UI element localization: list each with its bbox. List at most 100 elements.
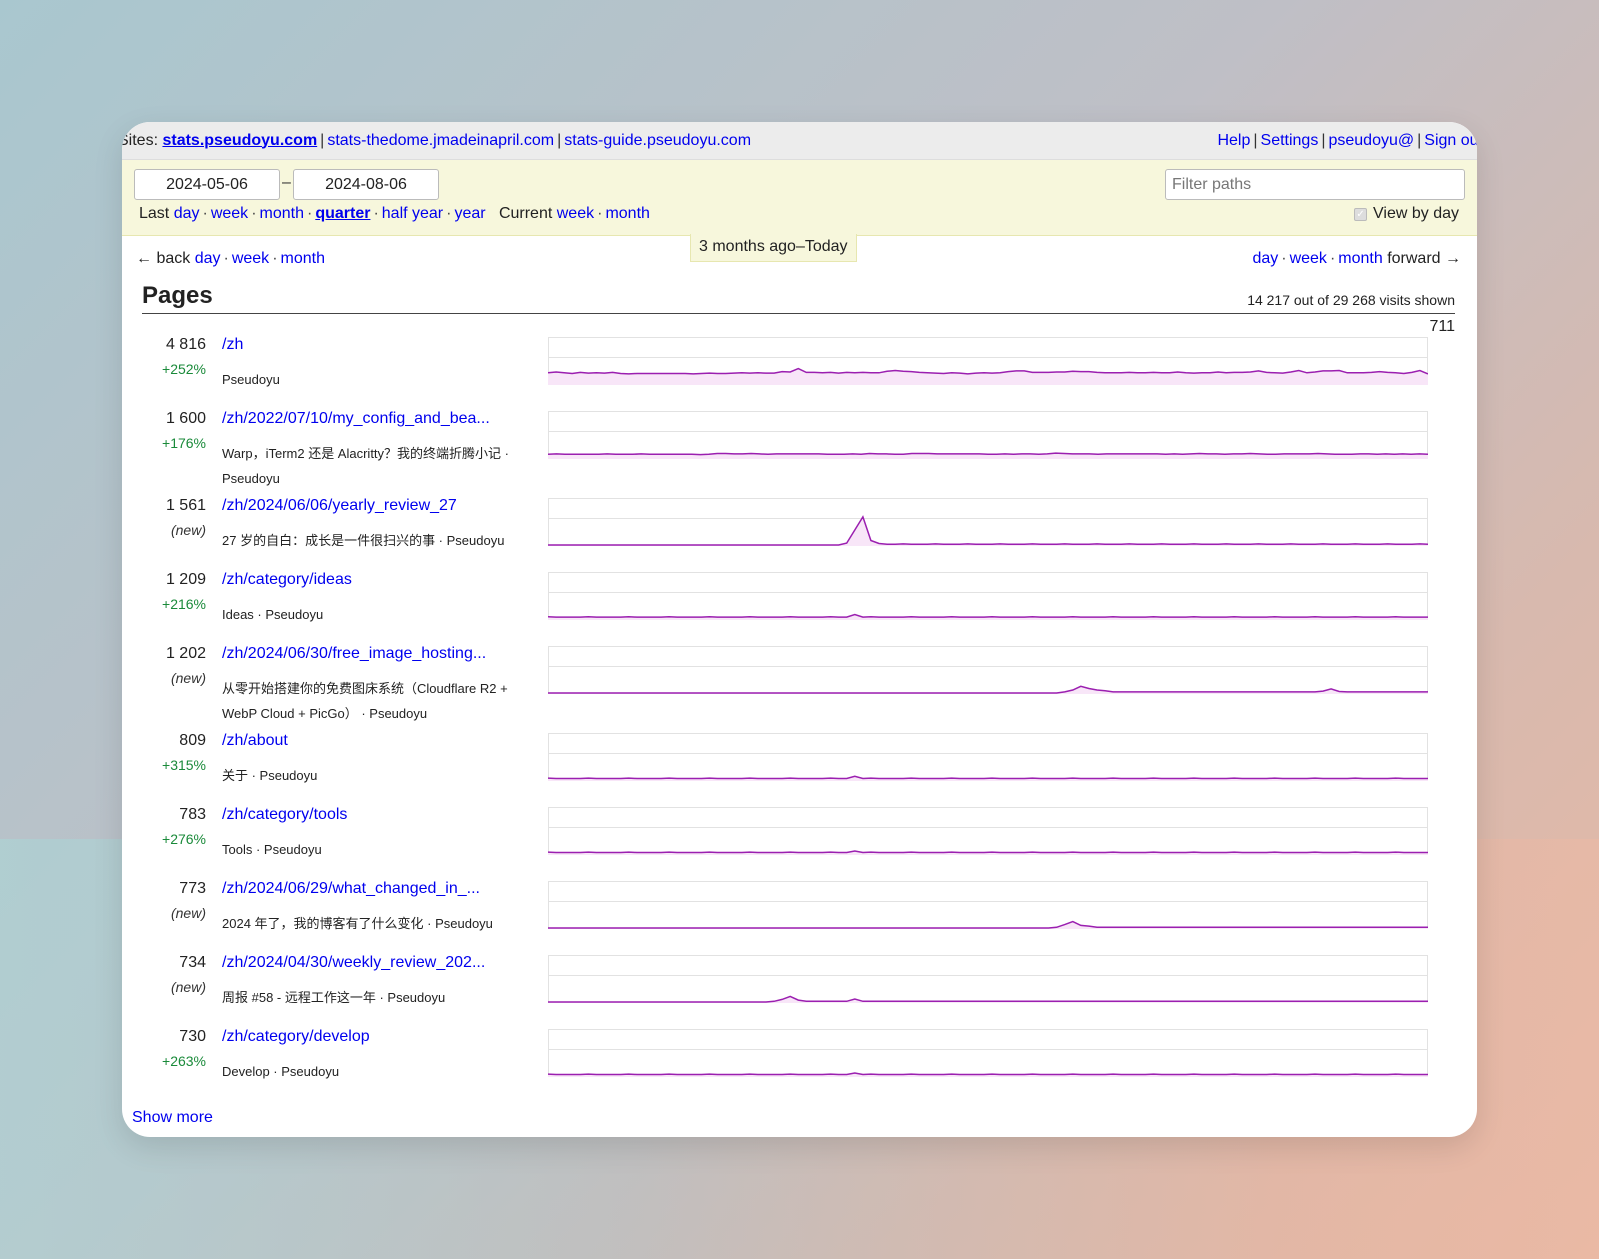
page-row: 1 600 +176% /zh/2022/07/10/my_config_and_b…: [142, 410, 1455, 497]
user-link[interactable]: pseudoyu@: [1328, 132, 1414, 149]
period-label: 3 months ago–Today: [690, 234, 857, 262]
last-quarter-link[interactable]: quarter: [315, 205, 370, 222]
sparkline-frame: [548, 411, 1428, 459]
visit-count: 809: [179, 732, 206, 749]
sparkline-frame: [548, 572, 1428, 620]
visit-change: +315%: [162, 757, 206, 773]
visit-count: 1 600: [165, 410, 206, 427]
page-path-link[interactable]: /zh/2022/07/10/my_config_and_bea...: [222, 410, 490, 428]
visit-count: 4 816: [165, 336, 206, 353]
page-path-link[interactable]: /zh/2024/06/29/what_changed_in_...: [222, 880, 480, 898]
view-by-day-toggle[interactable]: ✓ View by day: [1354, 205, 1459, 223]
visits-sparkline[interactable]: [548, 881, 1428, 929]
view-by-day-checkbox[interactable]: ✓: [1354, 207, 1368, 221]
page-row: 1 209 +216% /zh/category/ideas Ideas · Pseu…: [142, 571, 1455, 645]
pages-header: Pages 14 217 out of 29 268 visits shown: [142, 282, 1455, 314]
page-path-link[interactable]: /zh/2024/04/30/weekly_review_202...: [222, 954, 485, 972]
page-path-link[interactable]: /zh/2024/06/30/free_image_hosting...: [222, 645, 486, 663]
visits-sparkline[interactable]: [548, 1029, 1428, 1077]
page-title-text: Warp，iTerm2 还是 Alacritty？我的终端折腾小记 · Pseu…: [222, 446, 509, 486]
page-title-text: 周报 #58 - 远程工作这一年 · Pseudoyu: [222, 990, 446, 1005]
visits-sparkline[interactable]: [548, 646, 1428, 694]
current-label: Current: [498, 205, 553, 222]
page-title-text: Pseudoyu: [222, 372, 280, 387]
sparkline-frame: [548, 955, 1428, 1003]
sites-list: Sites: stats.pseudoyu.com | stats-thedome.…: [122, 132, 751, 150]
site-link-stats-pseudoyu[interactable]: stats.pseudoyu.com: [162, 132, 317, 149]
visits-total: 14 217 out of 29 268 visits shown: [1247, 292, 1455, 308]
back-arrow-icon: ←: [136, 250, 152, 267]
visits-sparkline[interactable]: [548, 955, 1428, 1003]
visit-change: (new): [170, 905, 206, 921]
current-month-link[interactable]: month: [605, 205, 649, 222]
visit-change: +263%: [162, 1053, 206, 1069]
sparkline-frame: [548, 646, 1428, 694]
current-week-link[interactable]: week: [557, 205, 594, 222]
last-week-link[interactable]: week: [211, 205, 248, 222]
page-title-text: Develop · Pseudoyu: [222, 1064, 340, 1079]
page-path-link[interactable]: /zh/2024/06/06/yearly_review_27: [222, 497, 457, 515]
page-title-text: Ideas · Pseudoyu: [222, 607, 324, 622]
page-title-text: 从零开始搭建你的免费图床系统（Cloudflare R2 + WebP Clou…: [222, 681, 508, 721]
date-range-dash: –: [282, 174, 291, 191]
visit-change: +276%: [162, 831, 206, 847]
settings-link[interactable]: Settings: [1261, 132, 1319, 149]
back-day-link[interactable]: day: [195, 250, 221, 267]
last-label: Last: [139, 205, 170, 222]
page-path-link[interactable]: /zh: [222, 336, 243, 354]
sites-label: Sites:: [122, 131, 159, 149]
forward-week-link[interactable]: week: [1290, 250, 1327, 267]
back-week-link[interactable]: week: [232, 250, 269, 267]
last-year-link[interactable]: year: [454, 205, 485, 222]
sparkline-frame: [548, 733, 1428, 781]
visit-count: 1 202: [165, 645, 206, 662]
page-row: 730 +263% /zh/category/develop Develop · Ps…: [142, 1028, 1455, 1102]
page-row: 773 (new) /zh/2024/06/29/what_changed_in_.…: [142, 880, 1455, 954]
sparkline-frame: [548, 1029, 1428, 1077]
date-to-input[interactable]: [293, 169, 439, 200]
back-month-link[interactable]: month: [281, 250, 325, 267]
back-label: back: [156, 250, 191, 267]
date-from-input[interactable]: [134, 169, 280, 200]
page-title-text: 2024 年了，我的博客有了什么变化 · Pseudoyu: [222, 916, 493, 931]
visit-change: +176%: [162, 435, 206, 451]
pages-title: Pages: [142, 282, 213, 309]
visit-change: (new): [170, 979, 206, 995]
forward-day-link[interactable]: day: [1252, 250, 1278, 267]
period-links: Last day · week · month · quarter · half year · ye…: [139, 205, 650, 222]
pages-section: Pages 14 217 out of 29 268 visits shown …: [142, 282, 1455, 1102]
visit-change: +252%: [162, 361, 206, 377]
visits-sparkline[interactable]: [548, 733, 1428, 781]
page-row: 809 +315% /zh/about 关于 · Pseudoyu: [142, 732, 1455, 806]
forward-month-link[interactable]: month: [1338, 250, 1382, 267]
nav-forward: day · week · month forward →: [1252, 250, 1461, 267]
sparkline-frame: [548, 881, 1428, 929]
filter-paths-input[interactable]: [1165, 169, 1465, 200]
site-link-stats-guide[interactable]: stats-guide.pseudoyu.com: [564, 132, 751, 149]
visits-sparkline[interactable]: [548, 572, 1428, 620]
browser-window: Sites: stats.pseudoyu.com | stats-thedome.…: [122, 122, 1477, 1137]
filter-bar: – Last day·week·month·quarter·half year·…: [122, 160, 1477, 236]
visit-change: +216%: [162, 596, 206, 612]
visits-sparkline[interactable]: [548, 411, 1428, 459]
last-day-link[interactable]: day: [174, 205, 200, 222]
visits-sparkline[interactable]: [548, 337, 1428, 385]
page-path-link[interactable]: /zh/category/develop: [222, 1028, 370, 1046]
help-link[interactable]: Help: [1217, 132, 1250, 149]
visits-sparkline[interactable]: [548, 807, 1428, 855]
page-path-link[interactable]: /zh/category/tools: [222, 806, 347, 824]
visit-count: 783: [179, 806, 206, 823]
visit-count: 730: [179, 1028, 206, 1045]
site-link-stats-thedome[interactable]: stats-thedome.jmadeinapril.com: [327, 132, 554, 149]
sign-out-link[interactable]: Sign out: [1424, 132, 1477, 149]
page-path-link[interactable]: /zh/about: [222, 732, 288, 750]
show-more-link[interactable]: Show more: [132, 1109, 213, 1127]
last-half-year-link[interactable]: half year: [382, 205, 443, 222]
page-path-link[interactable]: /zh/category/ideas: [222, 571, 352, 589]
visit-change: (new): [170, 522, 206, 538]
forward-label: forward: [1387, 250, 1441, 267]
visits-sparkline[interactable]: [548, 498, 1428, 546]
sparkline-frame: [548, 498, 1428, 546]
page-row: 783 +276% /zh/category/tools Tools · Pseudo…: [142, 806, 1455, 880]
last-month-link[interactable]: month: [260, 205, 304, 222]
